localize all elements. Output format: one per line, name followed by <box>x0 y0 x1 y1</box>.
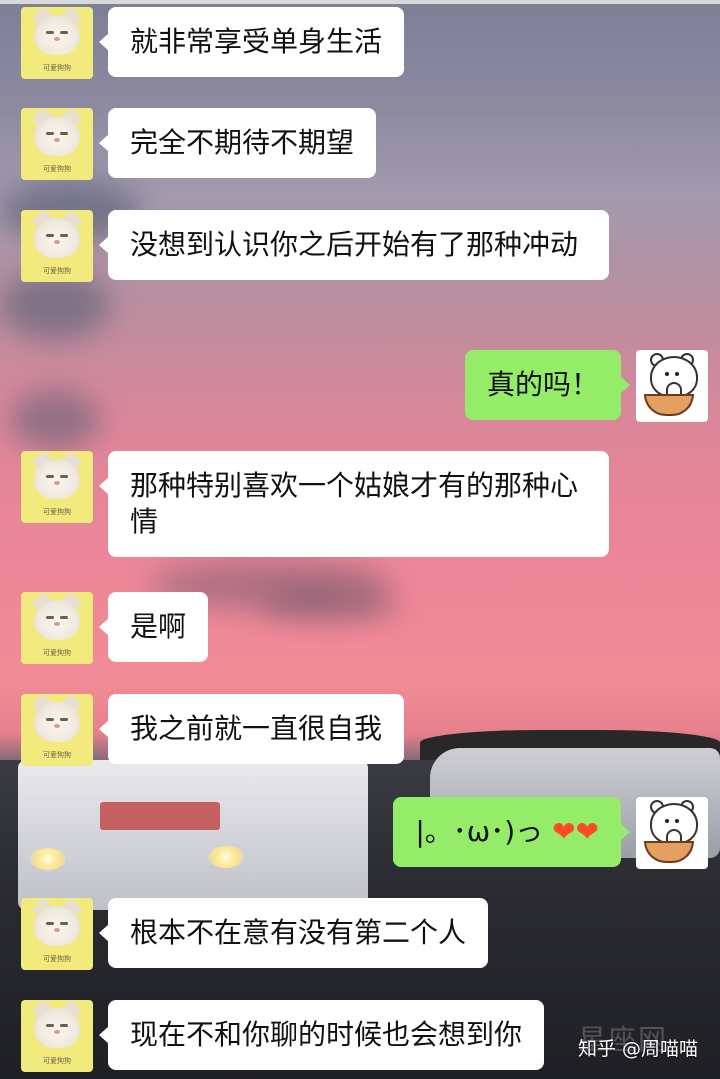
avatar-caption: 可爱狗狗 <box>43 508 71 516</box>
fuel-truck <box>18 760 368 910</box>
message-bubble[interactable]: 完全不期待不期望 <box>98 108 377 178</box>
headlight <box>208 846 244 868</box>
headlight <box>30 848 66 870</box>
avatar-caption: 可爱狗狗 <box>43 64 71 72</box>
cat-avatar-icon[interactable]: 可爱狗狗 <box>21 108 93 180</box>
chat-message-incoming: 可爱狗狗 完全不期待不期望 <box>21 108 377 180</box>
chat-message-outgoing: |。･ω･)っ ❤❤ <box>393 797 708 869</box>
cat-avatar-icon[interactable]: 可爱狗狗 <box>21 1000 93 1072</box>
avatar-caption: 可爱狗狗 <box>43 165 71 173</box>
avatar-caption: 可爱狗狗 <box>43 1057 71 1065</box>
treeline <box>420 730 720 762</box>
message-bubble[interactable]: 是啊 <box>98 592 209 662</box>
avatar-caption: 可爱狗狗 <box>43 649 71 657</box>
chat-message-incoming: 可爱狗狗 根本不在意有没有第二个人 <box>21 898 489 970</box>
bear-avatar-icon[interactable] <box>636 350 708 422</box>
heart-emoji-icon: ❤❤ <box>552 815 599 848</box>
cloud <box>10 390 100 450</box>
chat-message-outgoing: 真的吗！ <box>464 350 708 422</box>
chat-message-incoming: 可爱狗狗 就非常享受单身生活 <box>21 7 405 79</box>
zhihu-watermark: 知乎 @周喵喵 <box>577 1038 698 1060</box>
cat-avatar-icon[interactable]: 可爱狗狗 <box>21 7 93 79</box>
avatar-caption: 可爱狗狗 <box>43 751 71 759</box>
cat-avatar-icon[interactable]: 可爱狗狗 <box>21 592 93 664</box>
cat-avatar-icon[interactable]: 可爱狗狗 <box>21 694 93 766</box>
cat-avatar-icon[interactable]: 可爱狗狗 <box>21 451 93 523</box>
avatar-caption: 可爱狗狗 <box>43 955 71 963</box>
message-bubble[interactable]: 我之前就一直很自我 <box>98 694 405 764</box>
message-bubble[interactable]: 那种特别喜欢一个姑娘才有的那种心情 <box>99 451 609 557</box>
cat-avatar-icon[interactable]: 可爱狗狗 <box>21 210 93 282</box>
message-bubble[interactable]: 现在不和你聊的时候也会想到你 <box>98 1000 545 1070</box>
chat-message-incoming: 可爱狗狗 现在不和你聊的时候也会想到你 <box>21 1000 545 1072</box>
top-edge <box>0 0 720 4</box>
chat-message-incoming: 可爱狗狗 是啊 <box>21 592 209 664</box>
cat-avatar-icon[interactable]: 可爱狗狗 <box>21 898 93 970</box>
message-bubble[interactable]: 没想到认识你之后开始有了那种冲动 <box>99 210 609 280</box>
chat-message-incoming: 可爱狗狗 我之前就一直很自我 <box>21 694 405 766</box>
message-bubble[interactable]: |。･ω･)っ ❤❤ <box>393 797 630 867</box>
bear-avatar-icon[interactable] <box>636 797 708 869</box>
message-text: |。･ω･)っ <box>415 815 544 848</box>
message-bubble[interactable]: 根本不在意有没有第二个人 <box>98 898 489 968</box>
cloud <box>260 590 400 620</box>
message-bubble[interactable]: 真的吗！ <box>464 350 631 420</box>
message-bubble[interactable]: 就非常享受单身生活 <box>98 7 405 77</box>
chat-message-incoming: 可爱狗狗 没想到认识你之后开始有了那种冲动 <box>21 210 609 282</box>
chat-message-incoming: 可爱狗狗 那种特别喜欢一个姑娘才有的那种心情 <box>21 451 609 557</box>
avatar-caption: 可爱狗狗 <box>43 267 71 275</box>
truck-warning-sign <box>100 802 220 830</box>
